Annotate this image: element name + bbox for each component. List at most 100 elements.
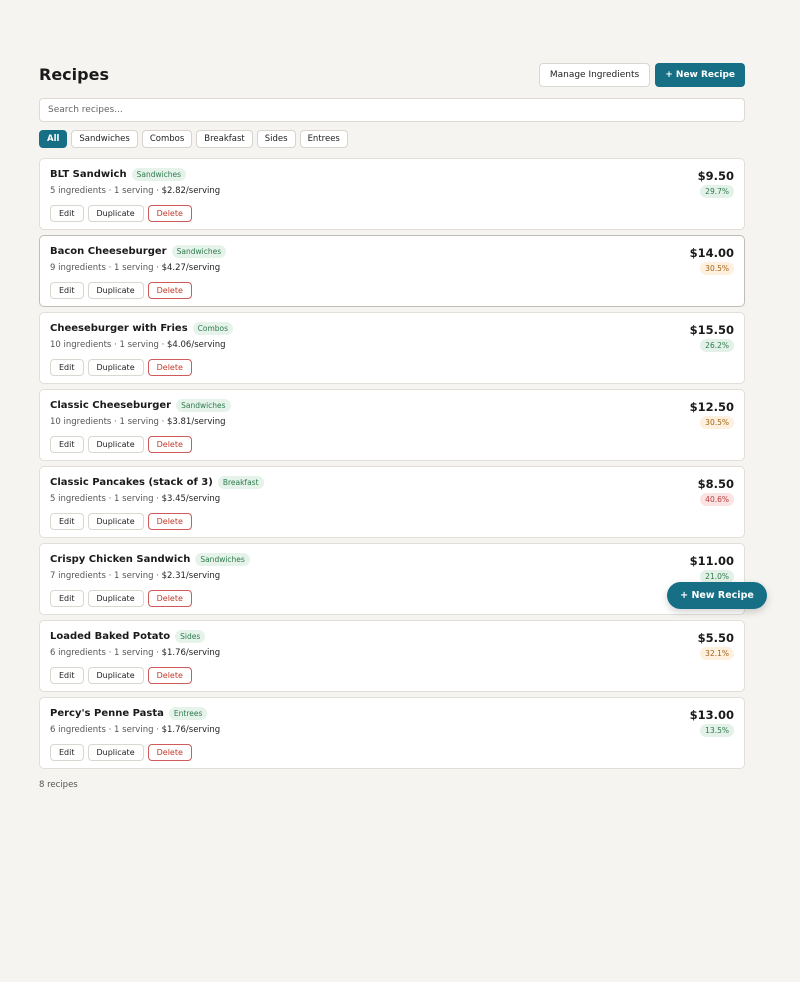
- delete-button[interactable]: Delete: [147, 590, 192, 607]
- serving-count: 1 serving: [114, 648, 154, 658]
- recipe-meta: 10 ingredients · 1 serving · $4.06/servi…: [50, 340, 226, 350]
- menu-price: $12.50: [689, 400, 734, 414]
- category-badge: Entrees: [168, 707, 208, 720]
- duplicate-button[interactable]: Duplicate: [87, 282, 144, 299]
- delete-button[interactable]: Delete: [147, 205, 192, 222]
- food-cost-percent-badge: 40.6%: [700, 493, 734, 506]
- edit-button[interactable]: Edit: [50, 282, 84, 299]
- recipe-title-row: Classic Pancakes (stack of 3) Breakfast: [50, 476, 264, 489]
- edit-button[interactable]: Edit: [50, 205, 84, 222]
- recipe-title-row: BLT Sandwich Sandwiches: [50, 168, 187, 181]
- delete-button[interactable]: Delete: [147, 513, 192, 530]
- recipe-count: 8 recipes: [39, 780, 78, 790]
- filter-chip-combos[interactable]: Combos: [141, 130, 193, 148]
- edit-button[interactable]: Edit: [50, 513, 84, 530]
- recipe-title-row: Bacon Cheeseburger Sandwiches: [50, 245, 227, 258]
- duplicate-button[interactable]: Duplicate: [87, 359, 144, 376]
- new-recipe-fab[interactable]: + New Recipe: [667, 582, 767, 609]
- food-cost-percent-badge: 26.2%: [700, 339, 734, 352]
- filter-chip-sandwiches[interactable]: Sandwiches: [71, 130, 138, 148]
- recipe-actions: Edit Duplicate Delete: [50, 667, 192, 684]
- category-badge: Sandwiches: [131, 168, 187, 181]
- cost-per-serving: $2.82/serving: [161, 186, 221, 196]
- cost-per-serving: $1.76/serving: [161, 725, 221, 735]
- serving-count: 1 serving: [114, 571, 154, 581]
- recipe-card[interactable]: Loaded Baked Potato Sides 6 ingredients …: [39, 620, 745, 692]
- ingredient-count: 7 ingredients: [50, 571, 106, 581]
- category-filters: All Sandwiches Combos Breakfast Sides En…: [39, 130, 745, 148]
- recipe-meta: 10 ingredients · 1 serving · $3.81/servi…: [50, 417, 226, 427]
- recipe-name: BLT Sandwich: [50, 169, 127, 180]
- ingredient-count: 5 ingredients: [50, 494, 106, 504]
- edit-button[interactable]: Edit: [50, 667, 84, 684]
- filter-chip-sides[interactable]: Sides: [256, 130, 296, 148]
- serving-count: 1 serving: [114, 186, 154, 196]
- recipe-title-row: Loaded Baked Potato Sides: [50, 630, 206, 643]
- menu-price: $5.50: [697, 631, 734, 645]
- serving-count: 1 serving: [114, 725, 154, 735]
- category-badge: Sides: [175, 630, 206, 643]
- delete-button[interactable]: Delete: [147, 744, 192, 761]
- recipe-card[interactable]: Cheeseburger with Fries Combos 10 ingred…: [39, 312, 745, 384]
- duplicate-button[interactable]: Duplicate: [87, 744, 144, 761]
- cost-per-serving: $4.06/serving: [167, 340, 226, 350]
- cost-per-serving: $4.27/serving: [161, 263, 221, 273]
- edit-button[interactable]: Edit: [50, 744, 84, 761]
- category-badge: Sandwiches: [171, 245, 227, 258]
- serving-count: 1 serving: [119, 340, 159, 350]
- page-header: Recipes Manage Ingredients + New Recipe: [39, 62, 745, 87]
- recipe-name: Bacon Cheeseburger: [50, 246, 167, 257]
- filter-chip-breakfast[interactable]: Breakfast: [196, 130, 253, 148]
- menu-price: $14.00: [689, 246, 734, 260]
- recipe-card[interactable]: Percy's Penne Pasta Entrees 6 ingredient…: [39, 697, 745, 769]
- cost-per-serving: $2.31/serving: [161, 571, 221, 581]
- ingredient-count: 5 ingredients: [50, 186, 106, 196]
- recipe-actions: Edit Duplicate Delete: [50, 282, 192, 299]
- recipe-meta: 9 ingredients · 1 serving · $4.27/servin…: [50, 263, 220, 273]
- recipe-title-row: Crispy Chicken Sandwich Sandwiches: [50, 553, 250, 566]
- new-recipe-button[interactable]: + New Recipe: [655, 62, 745, 87]
- ingredient-count: 6 ingredients: [50, 725, 106, 735]
- serving-count: 1 serving: [114, 494, 154, 504]
- recipe-name: Loaded Baked Potato: [50, 631, 171, 642]
- category-badge: Sandwiches: [176, 399, 231, 412]
- food-cost-percent-badge: 30.5%: [700, 262, 734, 275]
- delete-button[interactable]: Delete: [147, 436, 192, 453]
- food-cost-percent-badge: 13.5%: [700, 724, 734, 737]
- edit-button[interactable]: Edit: [50, 436, 84, 453]
- category-badge: Sandwiches: [195, 553, 250, 566]
- recipe-meta: 7 ingredients · 1 serving · $2.31/servin…: [50, 571, 220, 581]
- recipe-card[interactable]: BLT Sandwich Sandwiches 5 ingredients · …: [39, 158, 745, 230]
- duplicate-button[interactable]: Duplicate: [87, 436, 144, 453]
- recipes-page: Recipes Manage Ingredients + New Recipe …: [39, 62, 745, 790]
- food-cost-percent-badge: 32.1%: [700, 647, 734, 660]
- recipe-actions: Edit Duplicate Delete: [50, 436, 192, 453]
- edit-button[interactable]: Edit: [50, 590, 84, 607]
- ingredient-count: 10 ingredients: [50, 340, 112, 350]
- duplicate-button[interactable]: Duplicate: [87, 590, 144, 607]
- food-cost-percent-badge: 30.5%: [700, 416, 734, 429]
- delete-button[interactable]: Delete: [147, 667, 192, 684]
- duplicate-button[interactable]: Duplicate: [87, 513, 144, 530]
- duplicate-button[interactable]: Duplicate: [87, 205, 144, 222]
- recipe-list: BLT Sandwich Sandwiches 5 ingredients · …: [39, 158, 745, 769]
- edit-button[interactable]: Edit: [50, 359, 84, 376]
- filter-chip-entrees[interactable]: Entrees: [299, 130, 348, 148]
- duplicate-button[interactable]: Duplicate: [87, 667, 144, 684]
- serving-count: 1 serving: [119, 417, 159, 427]
- menu-price: $11.00: [689, 554, 734, 568]
- recipe-card[interactable]: Crispy Chicken Sandwich Sandwiches 7 ing…: [39, 543, 745, 615]
- recipe-card[interactable]: Classic Cheeseburger Sandwiches 10 ingre…: [39, 389, 745, 461]
- recipe-name: Crispy Chicken Sandwich: [50, 554, 191, 565]
- manage-ingredients-button[interactable]: Manage Ingredients: [538, 62, 651, 87]
- search-input[interactable]: [39, 98, 745, 122]
- filter-chip-all[interactable]: All: [39, 130, 68, 148]
- delete-button[interactable]: Delete: [147, 359, 192, 376]
- recipe-title-row: Classic Cheeseburger Sandwiches: [50, 399, 231, 412]
- delete-button[interactable]: Delete: [147, 282, 192, 299]
- recipe-name: Cheeseburger with Fries: [50, 323, 188, 334]
- recipe-card[interactable]: Bacon Cheeseburger Sandwiches 9 ingredie…: [39, 235, 745, 307]
- cost-per-serving: $3.45/serving: [161, 494, 221, 504]
- recipe-name: Classic Cheeseburger: [50, 400, 172, 411]
- recipe-card[interactable]: Classic Pancakes (stack of 3) Breakfast …: [39, 466, 745, 538]
